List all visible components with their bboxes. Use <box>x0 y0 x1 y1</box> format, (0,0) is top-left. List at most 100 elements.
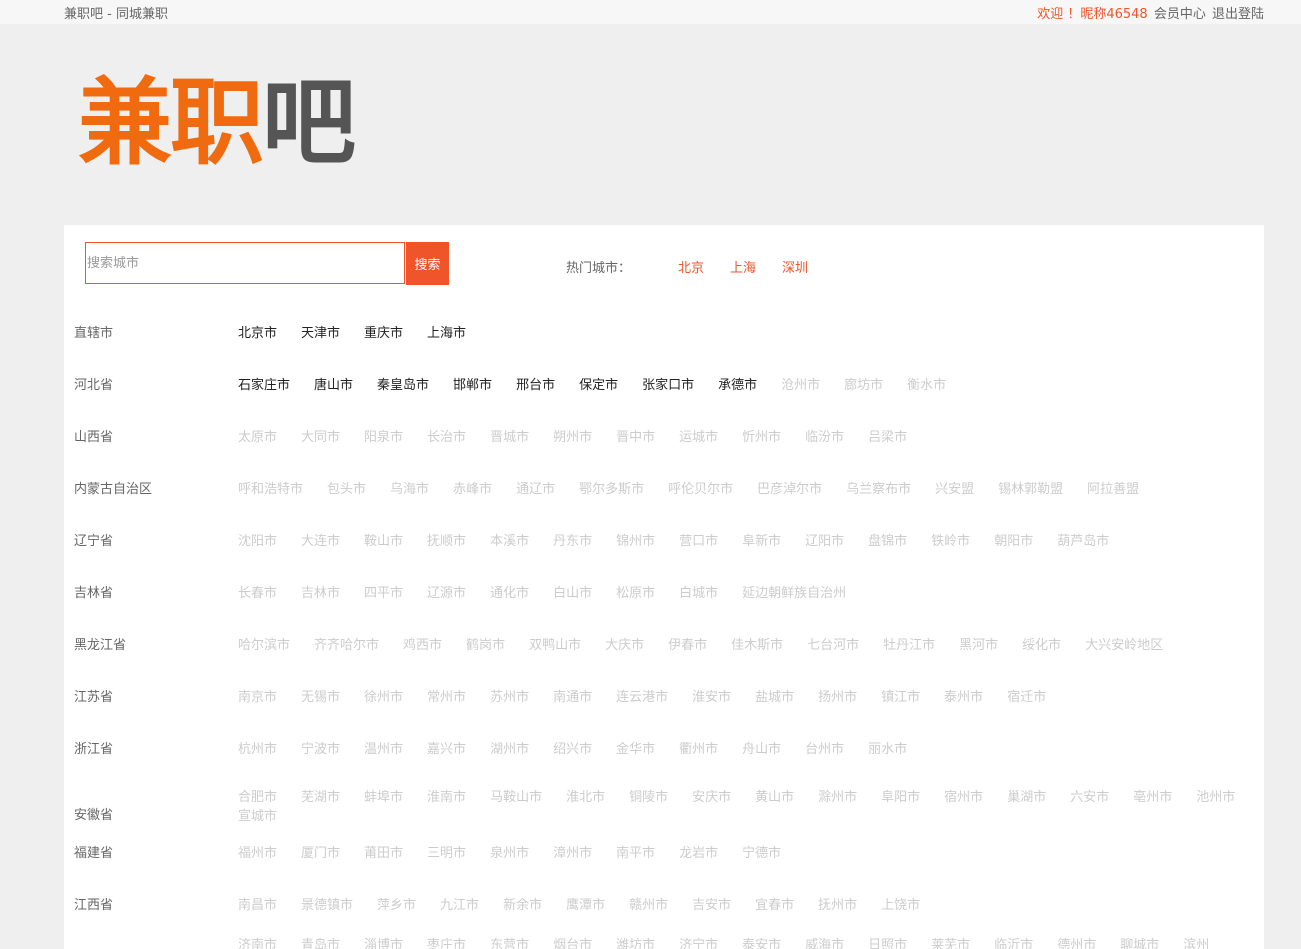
city-link[interactable]: 天津市 <box>301 322 340 341</box>
city-link[interactable]: 北京市 <box>238 322 277 341</box>
city-link[interactable]: 阜阳市 <box>881 788 920 807</box>
city-link[interactable]: 运城市 <box>679 426 718 445</box>
city-link[interactable]: 德州市 <box>1057 936 1096 949</box>
city-link[interactable]: 本溪市 <box>490 530 529 549</box>
city-link[interactable]: 鹤岗市 <box>466 634 505 653</box>
city-link[interactable]: 通辽市 <box>516 478 555 497</box>
city-link[interactable]: 哈尔滨市 <box>238 634 290 653</box>
city-link[interactable]: 铜陵市 <box>629 788 668 807</box>
city-link[interactable]: 白山市 <box>553 582 592 601</box>
city-link[interactable]: 葫芦岛市 <box>1057 530 1109 549</box>
city-link[interactable]: 南京市 <box>238 686 277 705</box>
city-link[interactable]: 漳州市 <box>553 842 592 861</box>
city-link[interactable]: 芜湖市 <box>301 788 340 807</box>
city-link[interactable]: 龙岩市 <box>679 842 718 861</box>
city-link[interactable]: 七台河市 <box>807 634 859 653</box>
city-link[interactable]: 泰州市 <box>944 686 983 705</box>
city-link[interactable]: 济宁市 <box>679 936 718 949</box>
city-link[interactable]: 新余市 <box>503 894 542 913</box>
search-button[interactable]: 搜索 <box>406 242 449 285</box>
city-link[interactable]: 衢州市 <box>679 738 718 757</box>
city-link[interactable]: 泰安市 <box>742 936 781 949</box>
city-link[interactable]: 威海市 <box>805 936 844 949</box>
city-link[interactable]: 唐山市 <box>314 374 353 393</box>
city-link[interactable]: 吉安市 <box>692 894 731 913</box>
city-link[interactable]: 抚州市 <box>818 894 857 913</box>
city-search-input[interactable] <box>85 242 405 284</box>
city-link[interactable]: 南平市 <box>616 842 655 861</box>
city-link[interactable]: 大兴安岭地区 <box>1085 634 1163 653</box>
city-link[interactable]: 承德市 <box>718 374 757 393</box>
city-link[interactable]: 滁州市 <box>818 788 857 807</box>
city-link[interactable]: 无锡市 <box>301 686 340 705</box>
city-link[interactable]: 通化市 <box>490 582 529 601</box>
city-link[interactable]: 临沂市 <box>994 936 1033 949</box>
city-link[interactable]: 大连市 <box>301 530 340 549</box>
city-link[interactable]: 六安市 <box>1070 788 1109 807</box>
city-link[interactable]: 盐城市 <box>755 686 794 705</box>
city-link[interactable]: 牡丹江市 <box>883 634 935 653</box>
city-link[interactable]: 保定市 <box>579 374 618 393</box>
city-link[interactable]: 徐州市 <box>364 686 403 705</box>
city-link[interactable]: 聊城市 <box>1120 936 1159 949</box>
city-link[interactable]: 杭州市 <box>238 738 277 757</box>
city-link[interactable]: 乌海市 <box>390 478 429 497</box>
city-link[interactable]: 丹东市 <box>553 530 592 549</box>
city-link[interactable]: 烟台市 <box>553 936 592 949</box>
city-link[interactable]: 巢湖市 <box>1007 788 1046 807</box>
city-link[interactable]: 苏州市 <box>490 686 529 705</box>
city-link[interactable]: 吉林市 <box>301 582 340 601</box>
city-link[interactable]: 辽源市 <box>427 582 466 601</box>
hot-city-beijing[interactable]: 北京 <box>678 257 704 276</box>
city-link[interactable]: 朝阳市 <box>994 530 1033 549</box>
city-link[interactable]: 扬州市 <box>818 686 857 705</box>
city-link[interactable]: 长春市 <box>238 582 277 601</box>
city-link[interactable]: 上饶市 <box>881 894 920 913</box>
city-link[interactable]: 抚顺市 <box>427 530 466 549</box>
city-link[interactable]: 上海市 <box>427 322 466 341</box>
city-link[interactable]: 伊春市 <box>668 634 707 653</box>
city-link[interactable]: 双鸭山市 <box>529 634 581 653</box>
city-link[interactable]: 锦州市 <box>616 530 655 549</box>
city-link[interactable]: 宜春市 <box>755 894 794 913</box>
city-link[interactable]: 临汾市 <box>805 426 844 445</box>
city-link[interactable]: 马鞍山市 <box>490 788 542 807</box>
city-link[interactable]: 松原市 <box>616 582 655 601</box>
city-link[interactable]: 包头市 <box>327 478 366 497</box>
city-link[interactable]: 兴安盟 <box>935 478 974 497</box>
city-link[interactable]: 嘉兴市 <box>427 738 466 757</box>
logout-link[interactable]: 退出登陆 <box>1212 7 1264 22</box>
city-link[interactable]: 呼和浩特市 <box>238 478 303 497</box>
city-link[interactable]: 齐齐哈尔市 <box>314 634 379 653</box>
city-link[interactable]: 朔州市 <box>553 426 592 445</box>
city-link[interactable]: 晋城市 <box>490 426 529 445</box>
city-link[interactable]: 萍乡市 <box>377 894 416 913</box>
city-link[interactable]: 张家口市 <box>642 374 694 393</box>
city-link[interactable]: 温州市 <box>364 738 403 757</box>
city-link[interactable]: 莆田市 <box>364 842 403 861</box>
city-link[interactable]: 枣庄市 <box>427 936 466 949</box>
city-link[interactable]: 赣州市 <box>629 894 668 913</box>
city-link[interactable]: 厦门市 <box>301 842 340 861</box>
city-link[interactable]: 潍坊市 <box>616 936 655 949</box>
city-link[interactable]: 鄂尔多斯市 <box>579 478 644 497</box>
city-link[interactable]: 鸡西市 <box>403 634 442 653</box>
city-link[interactable]: 南通市 <box>553 686 592 705</box>
city-link[interactable]: 淮北市 <box>566 788 605 807</box>
city-link[interactable]: 福州市 <box>238 842 277 861</box>
city-link[interactable]: 池州市 <box>1196 788 1235 807</box>
city-link[interactable]: 沧州市 <box>781 374 820 393</box>
city-link[interactable]: 赤峰市 <box>453 478 492 497</box>
city-link[interactable]: 台州市 <box>805 738 844 757</box>
city-link[interactable]: 阳泉市 <box>364 426 403 445</box>
city-link[interactable]: 连云港市 <box>616 686 668 705</box>
city-link[interactable]: 蚌埠市 <box>364 788 403 807</box>
hot-city-shenzhen[interactable]: 深圳 <box>782 257 808 276</box>
city-link[interactable]: 延边朝鲜族自治州 <box>742 582 846 601</box>
city-link[interactable]: 宿迁市 <box>1007 686 1046 705</box>
city-link[interactable]: 常州市 <box>427 686 466 705</box>
site-logo[interactable]: 兼职 吧 <box>78 64 356 184</box>
city-link[interactable]: 绥化市 <box>1022 634 1061 653</box>
city-link[interactable]: 石家庄市 <box>238 374 290 393</box>
city-link[interactable]: 鹰潭市 <box>566 894 605 913</box>
